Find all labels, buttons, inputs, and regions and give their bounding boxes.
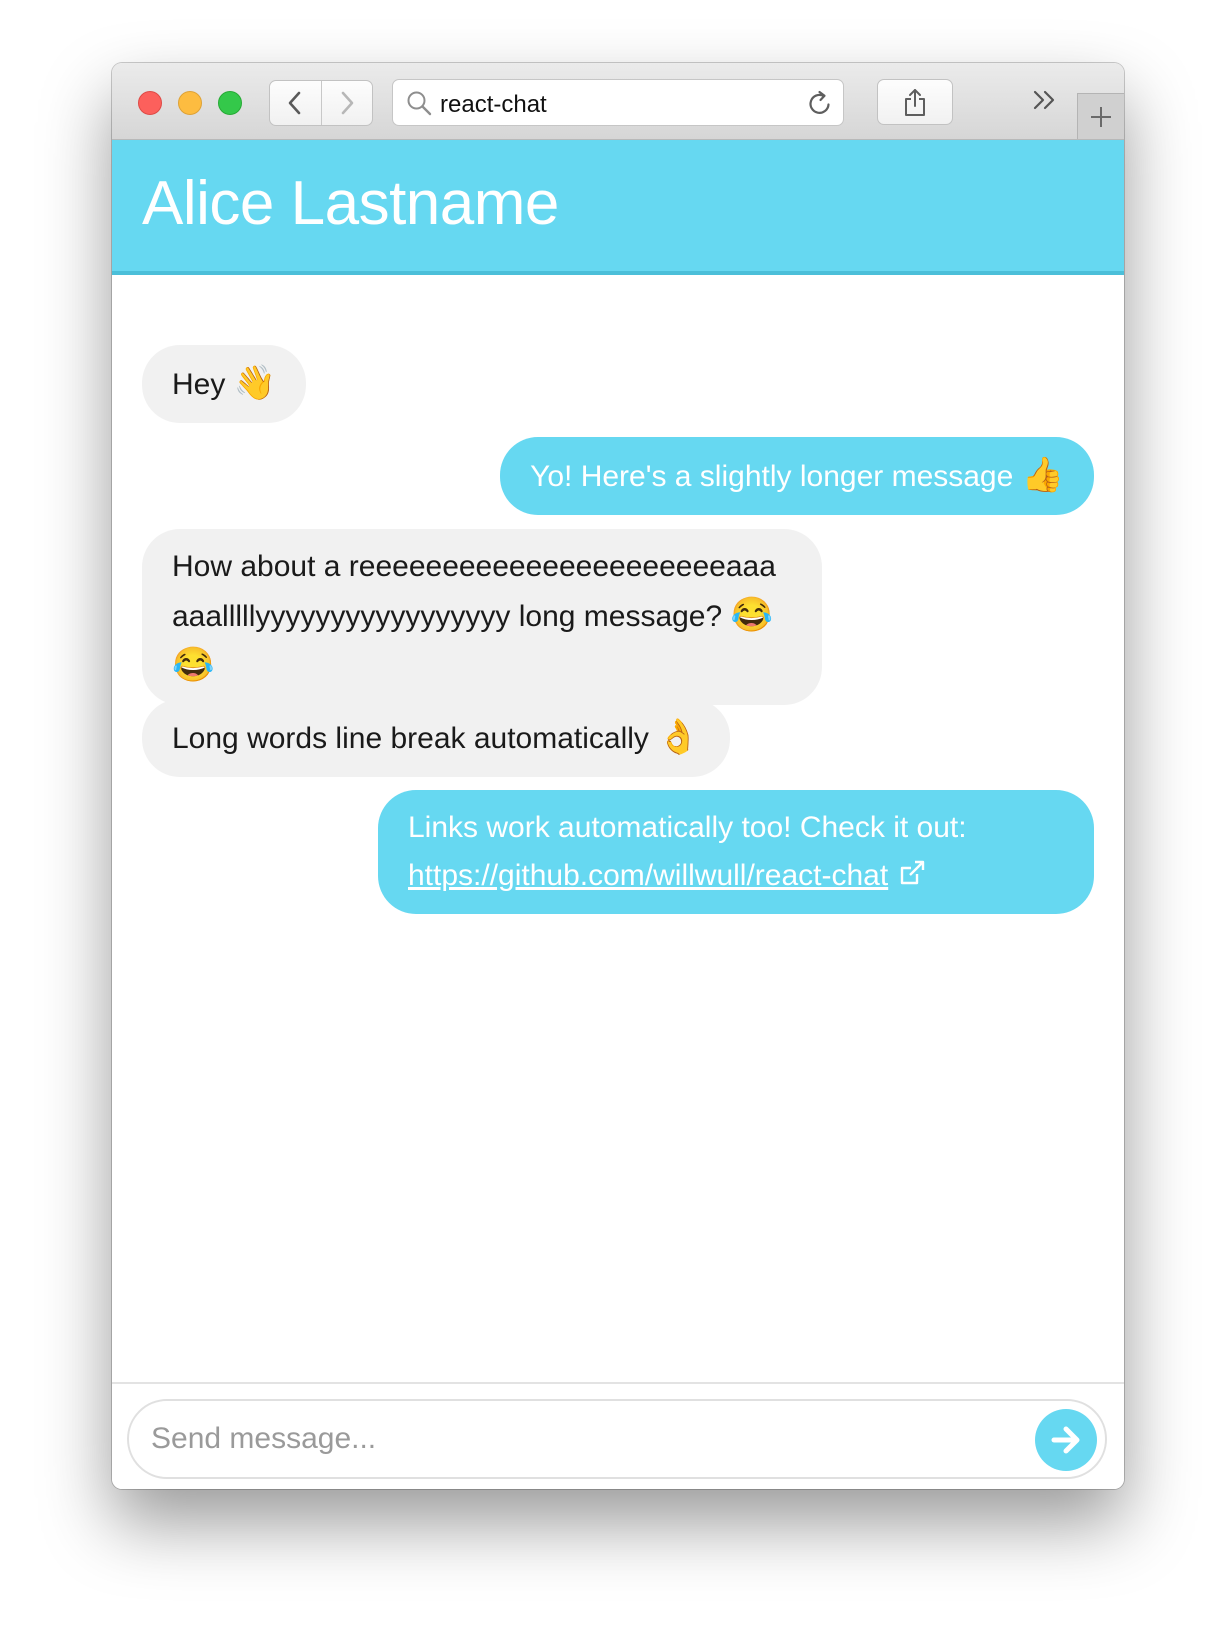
back-button[interactable]	[270, 81, 321, 125]
share-button[interactable]	[877, 79, 953, 125]
message-outgoing: Links work automatically too! Check it o…	[378, 790, 1094, 914]
message-list: Hey 👋 Yo! Here's a slightly longer messa…	[112, 275, 1124, 1445]
contact-name: Alice Lastname	[142, 169, 559, 238]
browser-toolbar: react-chat	[112, 63, 1124, 140]
reload-icon[interactable]	[807, 89, 833, 117]
search-icon	[407, 91, 432, 116]
waving-hand-emoji: 👋	[233, 364, 277, 402]
chevron-right-icon	[341, 91, 354, 115]
arrow-right-icon	[1051, 1426, 1080, 1454]
new-tab-button[interactable]	[1077, 93, 1124, 139]
message-incoming: Long words line break automatically 👌	[142, 699, 730, 777]
navigation-buttons	[269, 80, 373, 126]
forward-button[interactable]	[320, 81, 373, 125]
close-window-button[interactable]	[138, 91, 162, 115]
external-link-icon	[900, 860, 924, 885]
double-chevron-right-icon[interactable]	[1032, 89, 1058, 111]
minimize-window-button[interactable]	[178, 91, 202, 115]
zoom-window-button[interactable]	[218, 91, 242, 115]
chat-header: Alice Lastname	[112, 140, 1124, 275]
thumbs-up-emoji: 👍	[1021, 456, 1064, 494]
message-text: Links work automatically too! Check it o…	[408, 811, 967, 844]
message-outgoing: Yo! Here's a slightly longer message 👍	[500, 437, 1094, 515]
message-text: Hey	[172, 368, 226, 401]
message-input[interactable]	[127, 1399, 1107, 1479]
chevron-left-icon	[288, 91, 301, 115]
message-text: Yo! Here's a slightly longer message	[530, 460, 1014, 493]
message-incoming: How about a reeeeeeeeeeeeeeeeeeeeeeaaaaa…	[142, 529, 822, 705]
browser-window: react-chat Alice Lastname Hey 👋 Yo! Here…	[112, 63, 1124, 1489]
message-text: How about a reeeeeeeeeeeeeeeeeeeeeeaaaaa…	[172, 550, 776, 633]
ok-hand-emoji: 👌	[657, 718, 700, 756]
share-icon	[905, 89, 925, 116]
plus-icon	[1091, 106, 1111, 127]
message-text: Long words line break automatically	[172, 722, 649, 755]
message-link[interactable]: https://github.com/willwull/react-chat	[408, 859, 888, 892]
message-incoming: Hey 👋	[142, 345, 307, 423]
address-bar[interactable]: react-chat	[392, 79, 844, 126]
send-button[interactable]	[1035, 1409, 1097, 1471]
address-text: react-chat	[440, 91, 547, 118]
message-composer	[112, 1382, 1124, 1489]
